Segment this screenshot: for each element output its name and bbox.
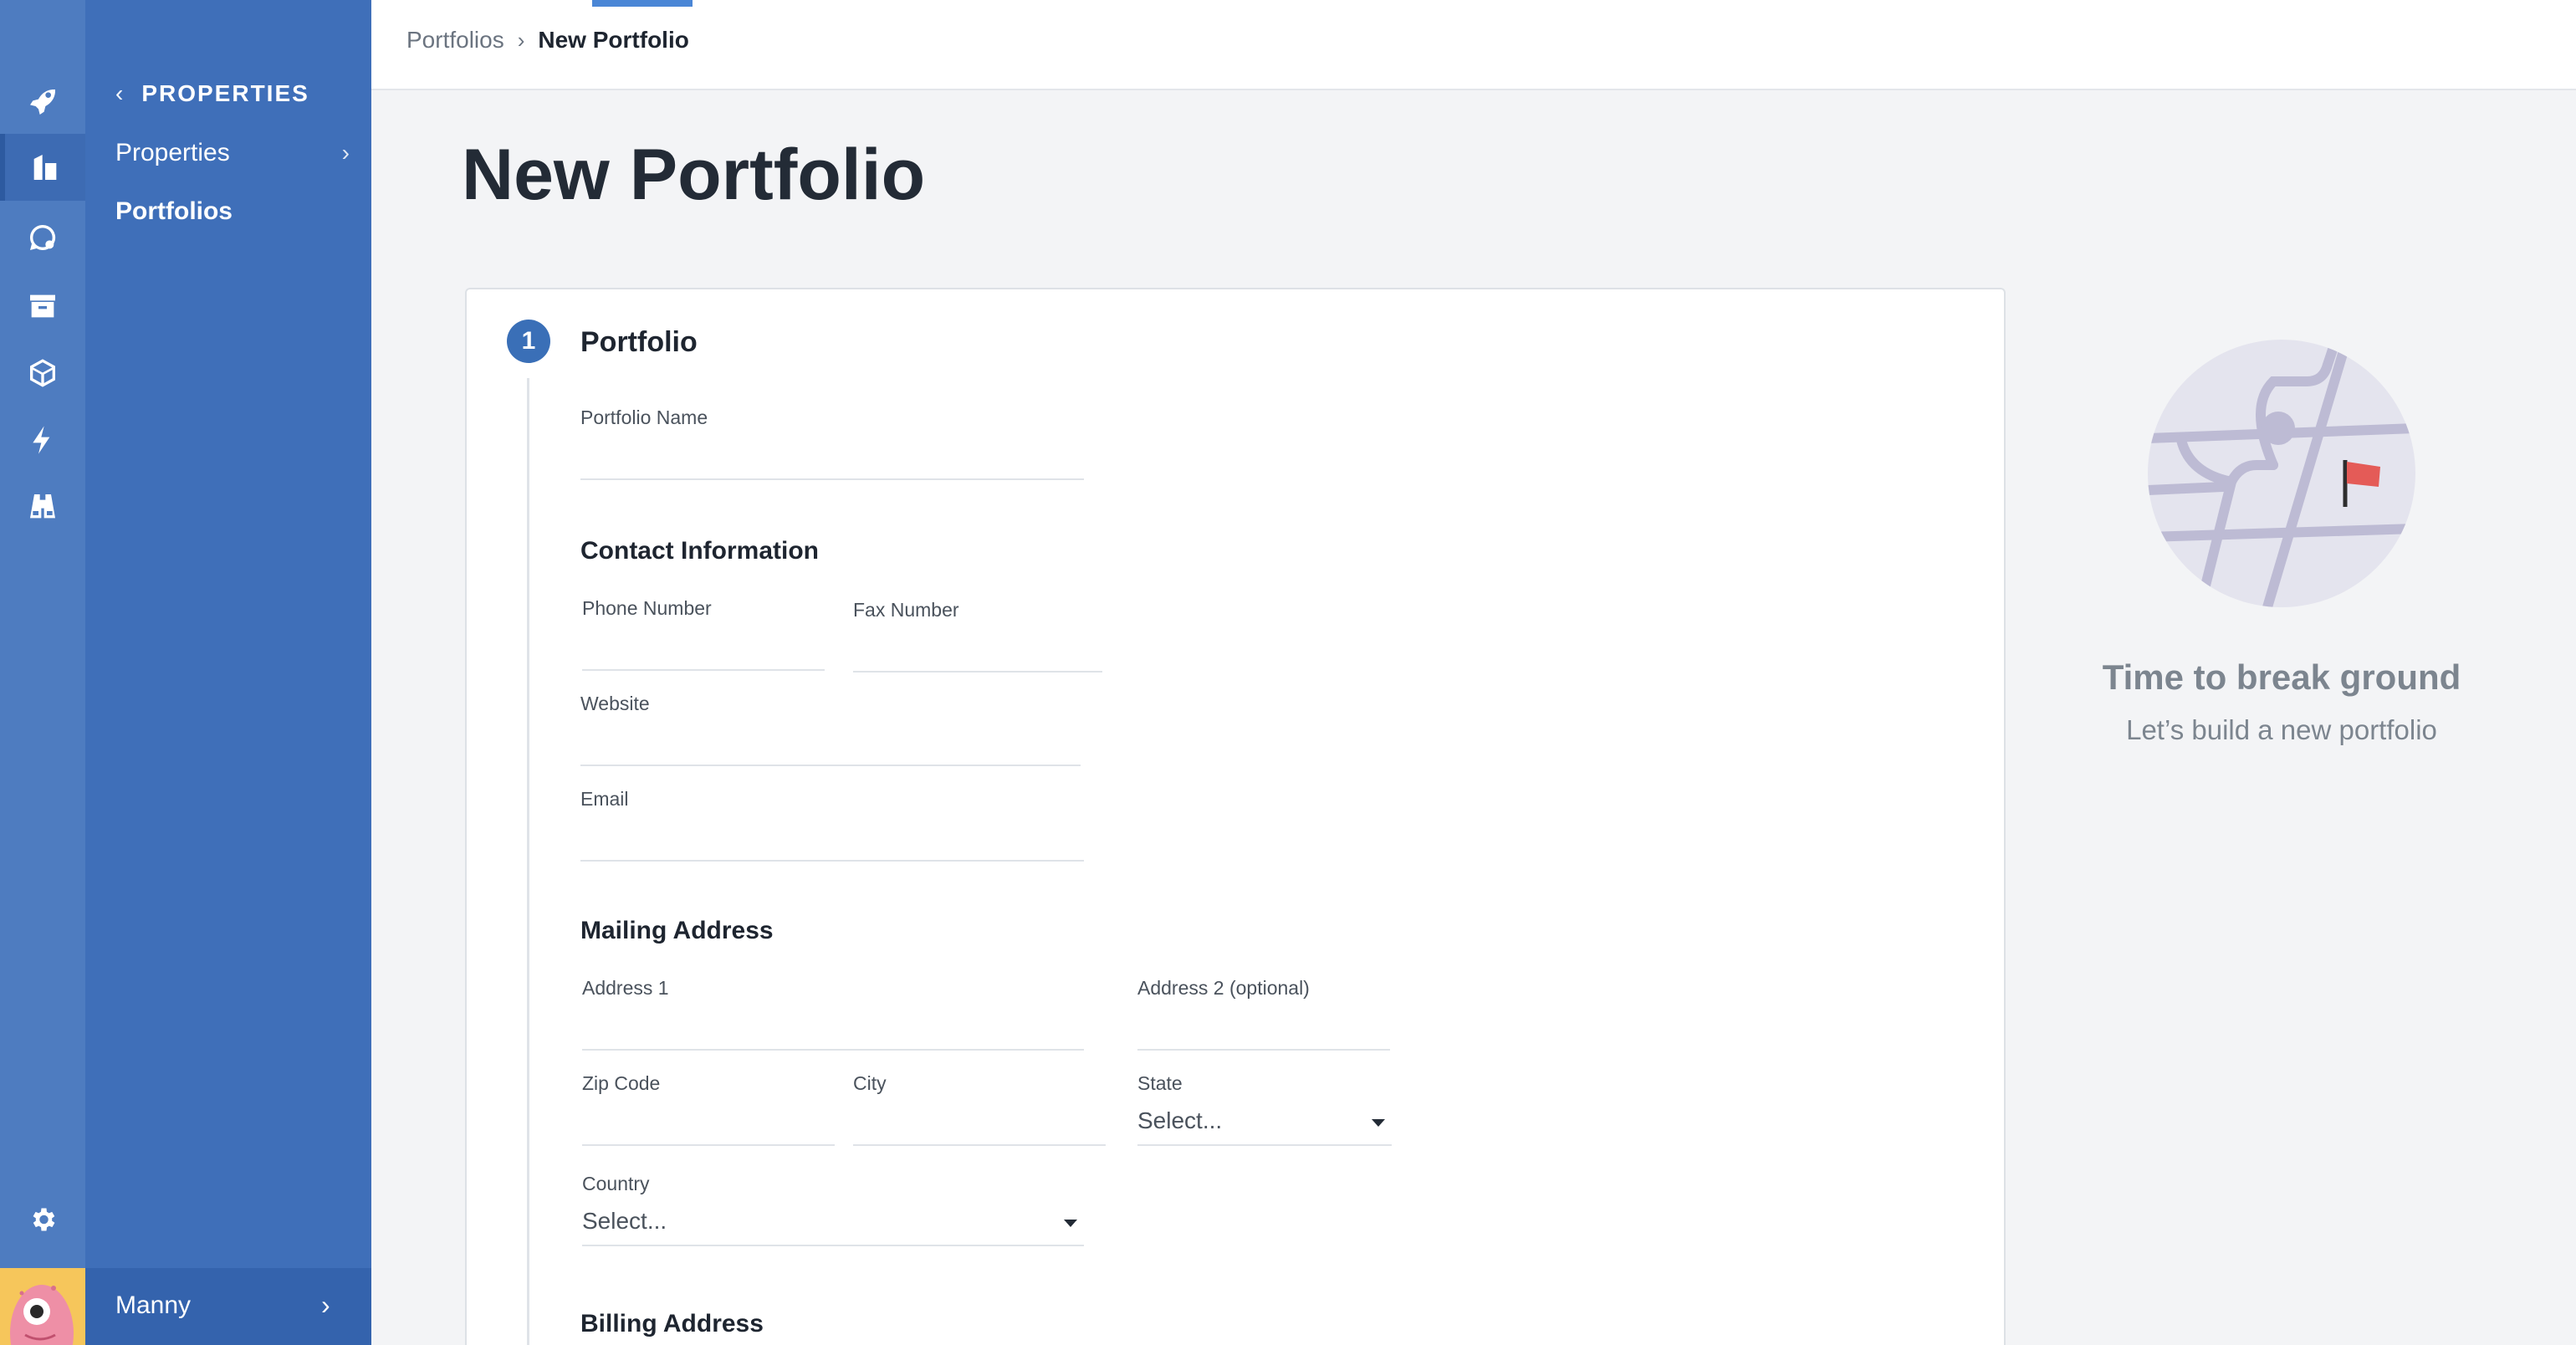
field-label: State bbox=[1137, 1072, 1183, 1094]
field-label: City bbox=[853, 1072, 887, 1094]
step-badge: 1 bbox=[507, 320, 550, 363]
website-field[interactable]: Website bbox=[580, 693, 1081, 766]
page-title: New Portfolio bbox=[462, 135, 926, 215]
chevron-left-icon: ‹ bbox=[115, 80, 125, 106]
phone-field[interactable]: Phone Number bbox=[582, 597, 825, 671]
step-connector bbox=[527, 378, 529, 1345]
field-underline bbox=[582, 669, 825, 671]
archive-icon[interactable] bbox=[0, 273, 85, 340]
field-label: Fax Number bbox=[853, 599, 959, 621]
map-illustration bbox=[2148, 340, 2415, 607]
address2-field[interactable]: Address 2 (optional) bbox=[1137, 977, 1390, 1051]
breadcrumb: Portfolios › New Portfolio bbox=[406, 27, 689, 54]
field-underline bbox=[1137, 1049, 1390, 1051]
chevron-right-icon: › bbox=[517, 27, 525, 53]
breadcrumb-portfolios[interactable]: Portfolios bbox=[406, 27, 504, 54]
address1-field[interactable]: Address 1 bbox=[582, 977, 1084, 1051]
rocket-icon[interactable] bbox=[0, 69, 85, 136]
field-label: Email bbox=[580, 788, 629, 810]
country-select[interactable]: Country Select... bbox=[582, 1173, 1084, 1246]
field-label: Portfolio Name bbox=[580, 407, 708, 428]
sidebar-item-label: Portfolios bbox=[115, 197, 233, 225]
user-menu[interactable]: Manny › bbox=[0, 1268, 371, 1345]
field-label: Country bbox=[582, 1173, 650, 1194]
contact-section-title: Contact Information bbox=[580, 537, 819, 565]
field-underline bbox=[853, 1144, 1106, 1146]
field-underline bbox=[1137, 1144, 1392, 1146]
building-icon[interactable] bbox=[0, 134, 85, 201]
top-bar: Portfolios › New Portfolio bbox=[371, 0, 2576, 90]
sidebar-back[interactable]: ‹ PROPERTIES bbox=[115, 80, 309, 107]
country-value: Select... bbox=[582, 1208, 667, 1234]
portfolio-form-card: 1 Portfolio Portfolio Name Contact Infor… bbox=[465, 288, 2006, 1345]
field-underline bbox=[853, 671, 1102, 672]
avatar bbox=[0, 1268, 85, 1345]
field-underline bbox=[582, 1245, 1084, 1246]
field-underline bbox=[580, 478, 1084, 480]
breadcrumb-current: New Portfolio bbox=[538, 27, 689, 53]
chevron-down-icon bbox=[1064, 1220, 1077, 1227]
field-label: Phone Number bbox=[582, 597, 712, 619]
billing-section-title: Billing Address bbox=[580, 1310, 764, 1337]
mailing-section-title: Mailing Address bbox=[580, 917, 774, 944]
field-label: Address 1 bbox=[582, 977, 669, 999]
empty-state-title: Time to break ground bbox=[2102, 657, 2461, 697]
sidebar-header-label: PROPERTIES bbox=[141, 80, 309, 106]
field-underline bbox=[580, 860, 1084, 862]
state-value: Select... bbox=[1137, 1107, 1223, 1133]
city-field[interactable]: City bbox=[853, 1072, 1106, 1146]
field-underline bbox=[582, 1049, 1084, 1051]
field-label: Website bbox=[580, 693, 650, 714]
portfolio-name-field[interactable]: Portfolio Name bbox=[580, 407, 1084, 480]
bolt-icon[interactable] bbox=[0, 407, 85, 473]
zip-field[interactable]: Zip Code bbox=[582, 1072, 835, 1146]
field-underline bbox=[580, 765, 1081, 766]
active-tab-indicator bbox=[592, 0, 693, 7]
user-name: Manny bbox=[115, 1291, 192, 1319]
sidebar-item-properties[interactable]: Properties › bbox=[115, 139, 350, 167]
chevron-right-icon: › bbox=[341, 140, 350, 166]
cube-icon[interactable] bbox=[0, 340, 85, 407]
email-field[interactable]: Email bbox=[580, 788, 1084, 862]
fax-field[interactable]: Fax Number bbox=[853, 599, 1102, 672]
gear-icon[interactable] bbox=[0, 1186, 85, 1253]
sidebar: ‹ PROPERTIES Properties › Portfolios bbox=[85, 0, 371, 1345]
empty-state-subtitle: Let’s build a new portfolio bbox=[2126, 714, 2437, 745]
sidebar-item-label: Properties bbox=[115, 139, 230, 166]
sidebar-item-portfolios[interactable]: Portfolios bbox=[115, 197, 350, 226]
form-section-title: Portfolio bbox=[580, 326, 698, 358]
field-label: Address 2 (optional) bbox=[1137, 977, 1310, 999]
chat-icon[interactable] bbox=[0, 204, 85, 271]
state-select[interactable]: State Select... bbox=[1137, 1072, 1392, 1146]
icon-rail bbox=[0, 0, 85, 1345]
chevron-down-icon bbox=[1372, 1119, 1385, 1127]
field-label: Zip Code bbox=[582, 1072, 661, 1094]
chevron-right-icon: › bbox=[321, 1290, 330, 1320]
field-underline bbox=[582, 1144, 835, 1146]
binoculars-icon[interactable] bbox=[0, 473, 85, 540]
